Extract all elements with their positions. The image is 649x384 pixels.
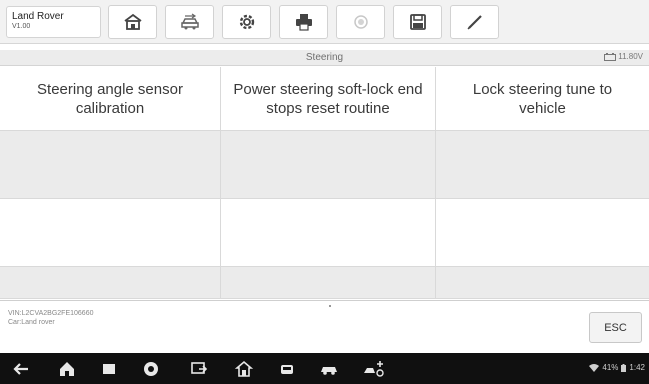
remote-expert-button[interactable] [360, 358, 388, 380]
save-button[interactable] [393, 5, 442, 39]
edit-pen-icon [466, 15, 482, 30]
grid-empty-cell [0, 267, 221, 299]
print-button[interactable] [279, 5, 328, 39]
grid-empty-cell [0, 131, 221, 199]
settings-gear-icon [239, 14, 254, 30]
grid-empty-cell [221, 199, 436, 267]
device-battery-icon [621, 363, 627, 372]
system-status: 41% 1:42 [589, 363, 645, 372]
grid-empty-cell [0, 199, 221, 267]
function-lock-steering-tune[interactable]: Lock steering tune to vehicle [436, 67, 649, 131]
page-title: Steering [305, 52, 344, 63]
wifi-icon [589, 363, 600, 372]
browser-icon [144, 362, 158, 376]
record-icon [353, 15, 368, 29]
vehicle-swap-button[interactable] [165, 5, 214, 39]
vehicle-info: VIN:L2CVA2BG2FE106660 Car:Land rover [8, 309, 93, 327]
screen-cast-icon [191, 362, 208, 374]
diagnostics-home-button[interactable] [233, 358, 255, 380]
back-button[interactable] [10, 358, 32, 380]
app-version: V1.00 [12, 23, 31, 30]
battery-icon [604, 52, 617, 61]
print-icon [295, 14, 312, 31]
browser-button[interactable] [140, 358, 162, 380]
save-icon [409, 14, 426, 30]
settings-button[interactable] [222, 5, 271, 39]
vehicle-name: Land Rover [12, 11, 64, 22]
screen-cast-button[interactable] [188, 358, 210, 380]
grid-empty-cell [436, 267, 649, 299]
esc-button[interactable]: ESC [589, 312, 642, 343]
grid-empty-cell [436, 199, 649, 267]
battery-percent: 41% [602, 363, 619, 372]
clock: 1:42 [629, 363, 645, 372]
home-button[interactable] [108, 5, 157, 39]
page-indicator-dot [329, 305, 331, 307]
function-grid: Steering angle sensor calibration Power … [0, 67, 649, 299]
car-front-icon [281, 365, 293, 374]
record-button[interactable] [336, 5, 385, 39]
android-home-icon [60, 362, 74, 376]
recent-apps-button[interactable] [98, 358, 120, 380]
status-bar: Steering 11.80V [0, 50, 649, 66]
car-side-icon [321, 367, 337, 375]
function-steering-angle-calibration[interactable]: Steering angle sensor calibration [0, 67, 221, 131]
recent-apps-icon [103, 364, 115, 374]
grid-empty-cell [221, 131, 436, 199]
android-nav-bar: 41% 1:42 [0, 353, 649, 384]
function-soft-lock-reset[interactable]: Power steering soft-lock end stops reset… [221, 67, 436, 131]
home-nav-button[interactable] [56, 358, 78, 380]
vehicle-service-button[interactable] [318, 358, 340, 380]
app-title-box: Land Rover V1.00 [6, 6, 101, 38]
top-toolbar: Land Rover V1.00 [0, 0, 649, 44]
grid-empty-cell [436, 131, 649, 199]
vehicle-voltage: 11.80V [604, 52, 643, 61]
home-icon [123, 13, 142, 30]
remote-expert-icon [364, 361, 384, 377]
diagnostics-home-icon [234, 360, 254, 377]
vehicle-menu-button[interactable] [276, 358, 298, 380]
vin-text: VIN:L2CVA2BG2FE106660 [8, 310, 94, 317]
edit-button[interactable] [450, 5, 499, 39]
footer-bar: VIN:L2CVA2BG2FE106660 Car:Land rover ESC [0, 300, 649, 352]
grid-empty-cell [221, 267, 436, 299]
vehicle-swap-icon [180, 13, 199, 30]
car-text: Car:Land rover [8, 319, 55, 326]
voltage-value: 11.80V [618, 52, 643, 61]
back-arrow-icon [13, 363, 28, 375]
